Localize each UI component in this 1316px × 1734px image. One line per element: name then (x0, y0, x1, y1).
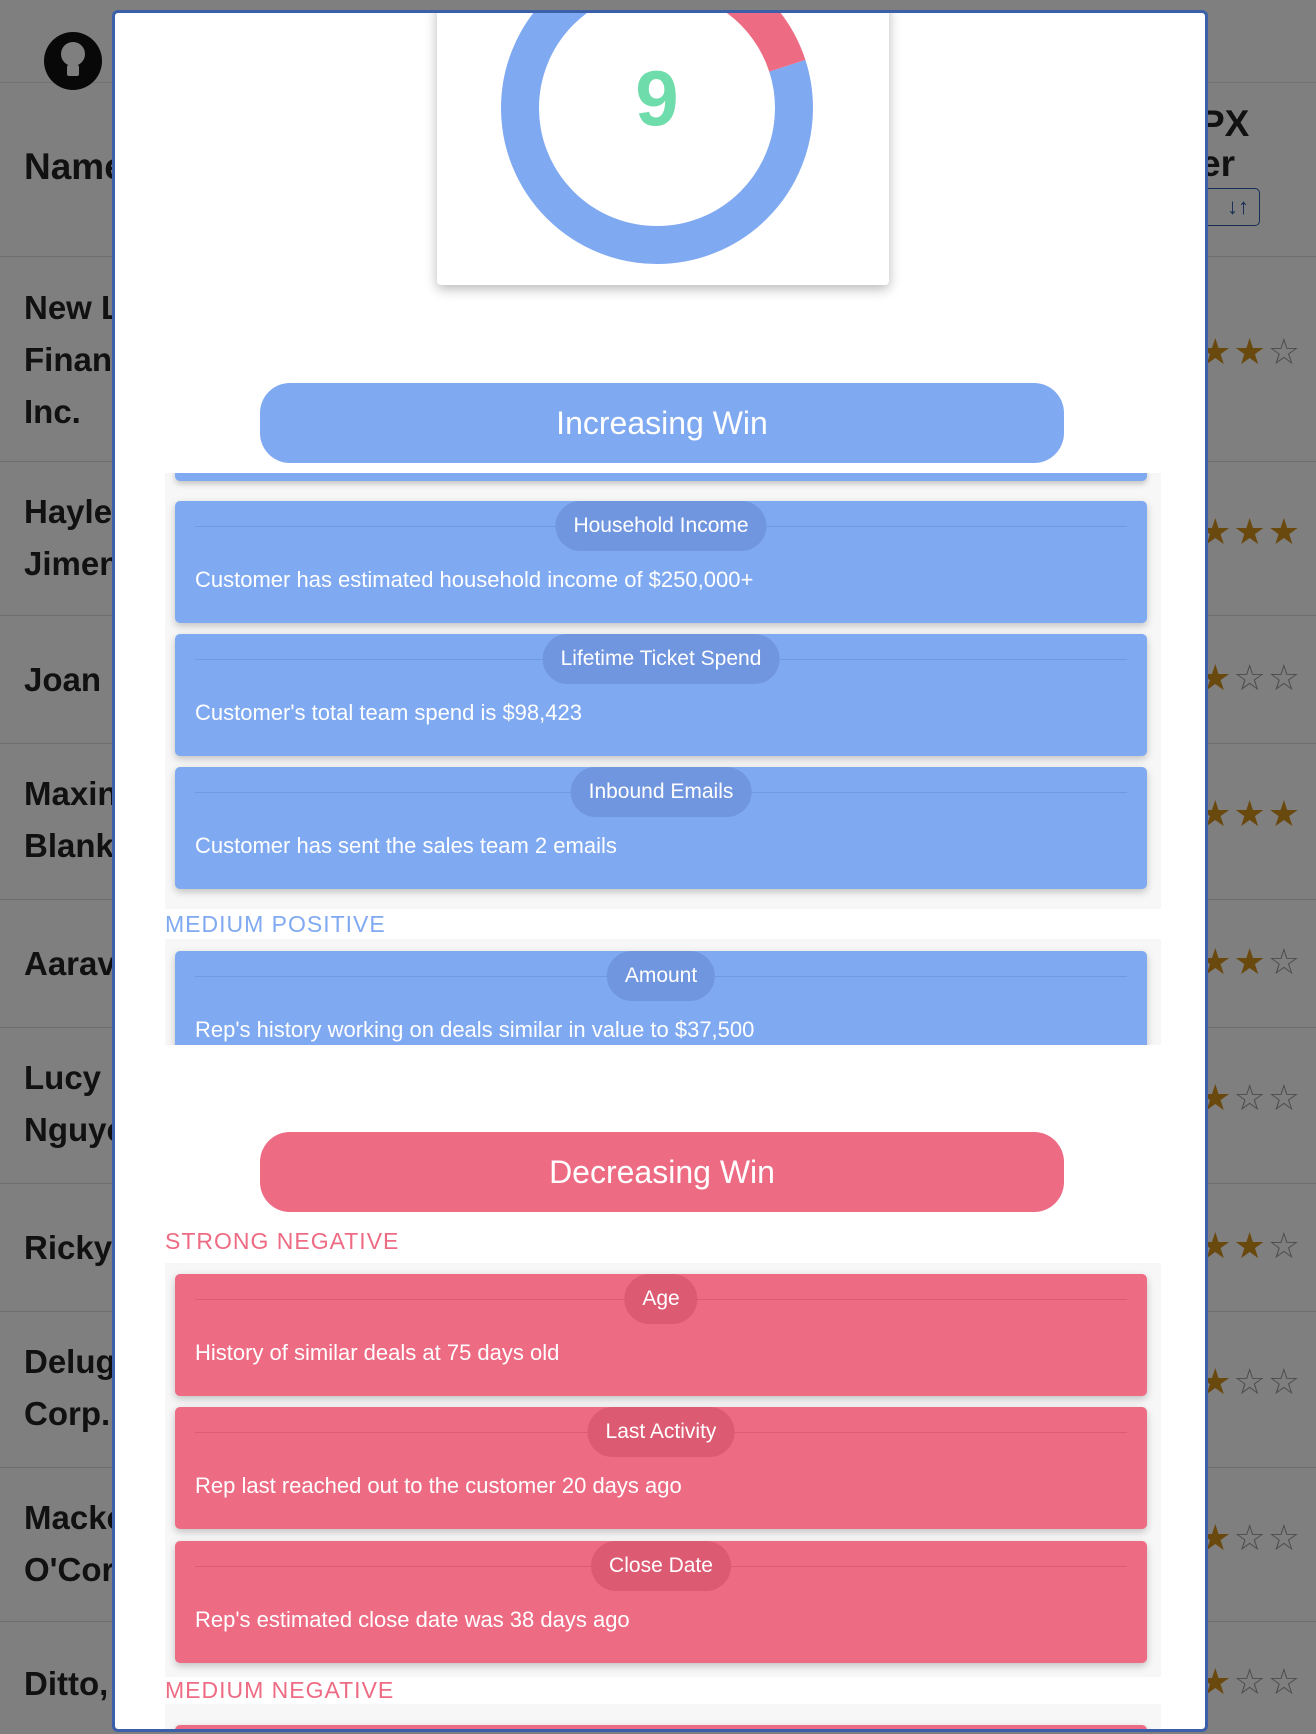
factor-description: Customer has sent the sales team 2 email… (195, 833, 617, 858)
factor-description: Customer has estimated household income … (195, 567, 754, 592)
factor-card-last-activity: Last Activity Rep last reached out to th… (175, 1407, 1147, 1529)
decreasing-win-header: Decreasing Win (260, 1132, 1064, 1212)
factor-pill: Lifetime Ticket Spend (542, 634, 780, 684)
factor-description: Customer's total team spend is $98,423 (195, 700, 582, 725)
score-donut-chart (501, 13, 813, 264)
win-score-modal: 9 Increasing Win Household Income Custom… (112, 10, 1208, 1732)
factor-pill: Age (624, 1274, 698, 1324)
factor-pill: Household Income (555, 501, 767, 551)
factor-description: Rep's estimated close date was 38 days a… (195, 1607, 630, 1632)
increasing-factors-scroll-panel[interactable]: Household Income Customer has estimated … (165, 473, 1161, 1045)
factor-card-household-income: Household Income Customer has estimated … (175, 501, 1147, 623)
score-card: 9 (437, 13, 889, 285)
factor-pill: Inbound Emails (570, 767, 752, 817)
factor-description: Rep last reached out to the customer 20 … (195, 1473, 682, 1498)
factor-card-age: Age History of similar deals at 75 days … (175, 1274, 1147, 1396)
factor-pill: Amount (606, 951, 716, 1001)
factor-card-amount: Amount Rep's history working on deals si… (175, 951, 1147, 1045)
increasing-win-header: Increasing Win (260, 383, 1064, 463)
factor-pill: Last Activity (587, 1407, 735, 1457)
factor-card-lifetime-ticket-spend: Lifetime Ticket Spend Customer's total t… (175, 634, 1147, 756)
score-value: 9 (635, 54, 679, 142)
factor-description: Rep's history working on deals similar i… (195, 1017, 755, 1042)
strong-negative-label: STRONG NEGATIVE (165, 1228, 400, 1254)
factor-pill: Close Date (591, 1541, 731, 1591)
medium-positive-label: MEDIUM POSITIVE (165, 909, 1161, 939)
factor-card-inbound-emails: Inbound Emails Customer has sent the sal… (175, 767, 1147, 889)
factor-description: History of similar deals at 75 days old (195, 1340, 560, 1365)
medium-negative-label: MEDIUM NEGATIVE (165, 1677, 1161, 1704)
factor-card-partial (175, 1725, 1147, 1729)
scrolled-card-edge (175, 473, 1147, 481)
factor-card-close-date: Close Date Rep's estimated close date wa… (175, 1541, 1147, 1663)
